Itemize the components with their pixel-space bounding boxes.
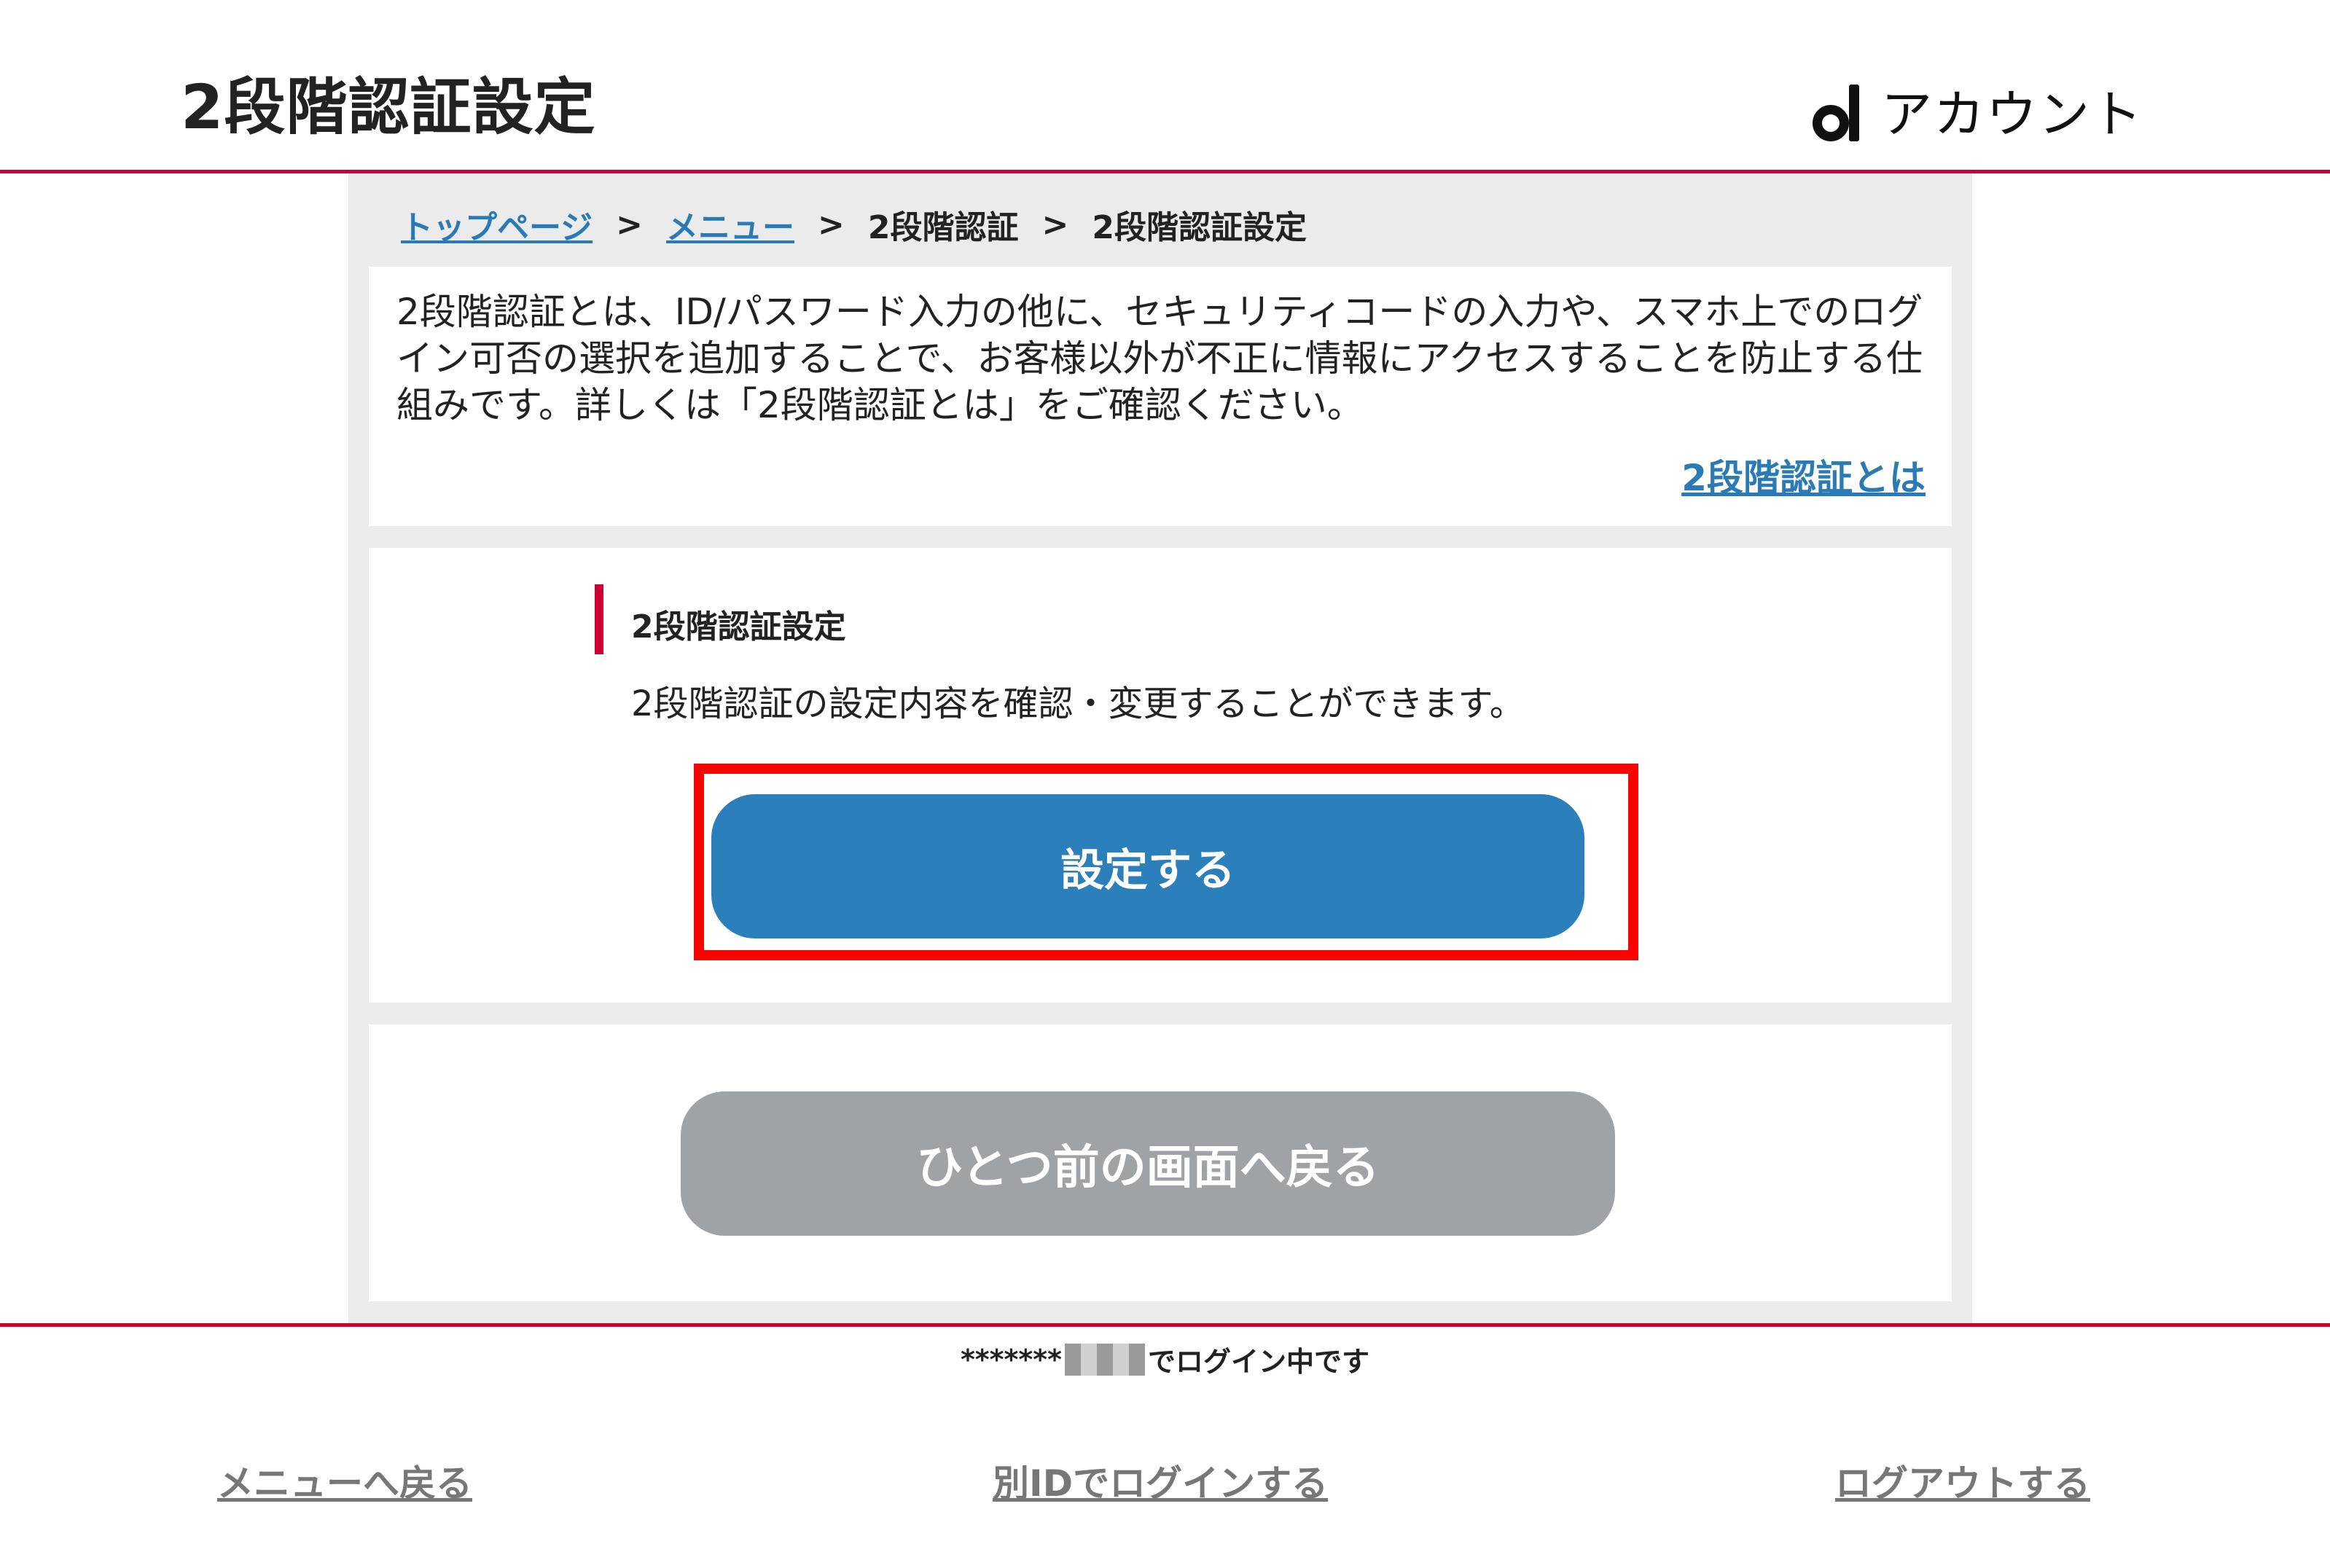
login-status-suffix: でログイン中です [1148, 1346, 1370, 1378]
breadcrumb: トップページ > メニュー > 2段階認証 > 2段階認証設定 [401, 195, 1307, 254]
breadcrumb-two-step: 2段階認証 [867, 209, 1019, 246]
section-title: 2段階認証設定 [631, 608, 846, 646]
section-description: 2段階認証の設定内容を確認・変更することができます。 [631, 683, 1525, 724]
login-other-id-link[interactable]: 別IDでログインする [993, 1454, 1328, 1507]
breadcrumb-top-page[interactable]: トップページ [401, 201, 593, 248]
info-card: 2段階認証とは、ID/パスワード入力の他に、セキュリティコードの入力や、スマホ上… [369, 267, 1952, 526]
back-card: ひとつ前の画面へ戻る [369, 1024, 1952, 1301]
info-text: 2段階認証とは、ID/パスワード入力の他に、セキュリティコードの入力や、スマホ上… [396, 291, 1923, 426]
page-title: 2段階認証設定 [181, 71, 596, 143]
back-button[interactable]: ひとつ前の画面へ戻る [681, 1091, 1615, 1236]
brand-text: アカウント [1881, 85, 2143, 144]
breadcrumb-separator: > [818, 205, 845, 243]
masked-id: ******* [960, 1343, 1063, 1376]
footer-divider [0, 1323, 2330, 1327]
back-to-menu-link[interactable]: メニューへ戻る [217, 1454, 472, 1507]
login-status: ******* でログイン中です [0, 1339, 2330, 1379]
breadcrumb-separator: > [1041, 205, 1069, 243]
breadcrumb-menu[interactable]: メニュー [666, 201, 794, 248]
main-content: トップページ > メニュー > 2段階認証 > 2段階認証設定 2段階認証とは、… [348, 173, 1972, 1323]
settings-card: 2段階認証設定 2段階認証の設定内容を確認・変更することができます。 設定する [369, 548, 1952, 1003]
configure-button[interactable]: 設定する [711, 794, 1584, 938]
about-two-step-link[interactable]: 2段階認証とは [1681, 449, 1926, 501]
section-accent-bar [595, 584, 603, 654]
d-logo-icon [1810, 85, 1869, 144]
logout-link[interactable]: ログアウトする [1835, 1454, 2090, 1507]
d-account-logo: アカウント [1810, 85, 2143, 144]
page-header: 2段階認証設定 アカウント [0, 0, 2330, 170]
breadcrumb-separator: > [616, 205, 643, 243]
blurred-id [1065, 1343, 1146, 1376]
breadcrumb-current: 2段階認証設定 [1092, 209, 1307, 246]
